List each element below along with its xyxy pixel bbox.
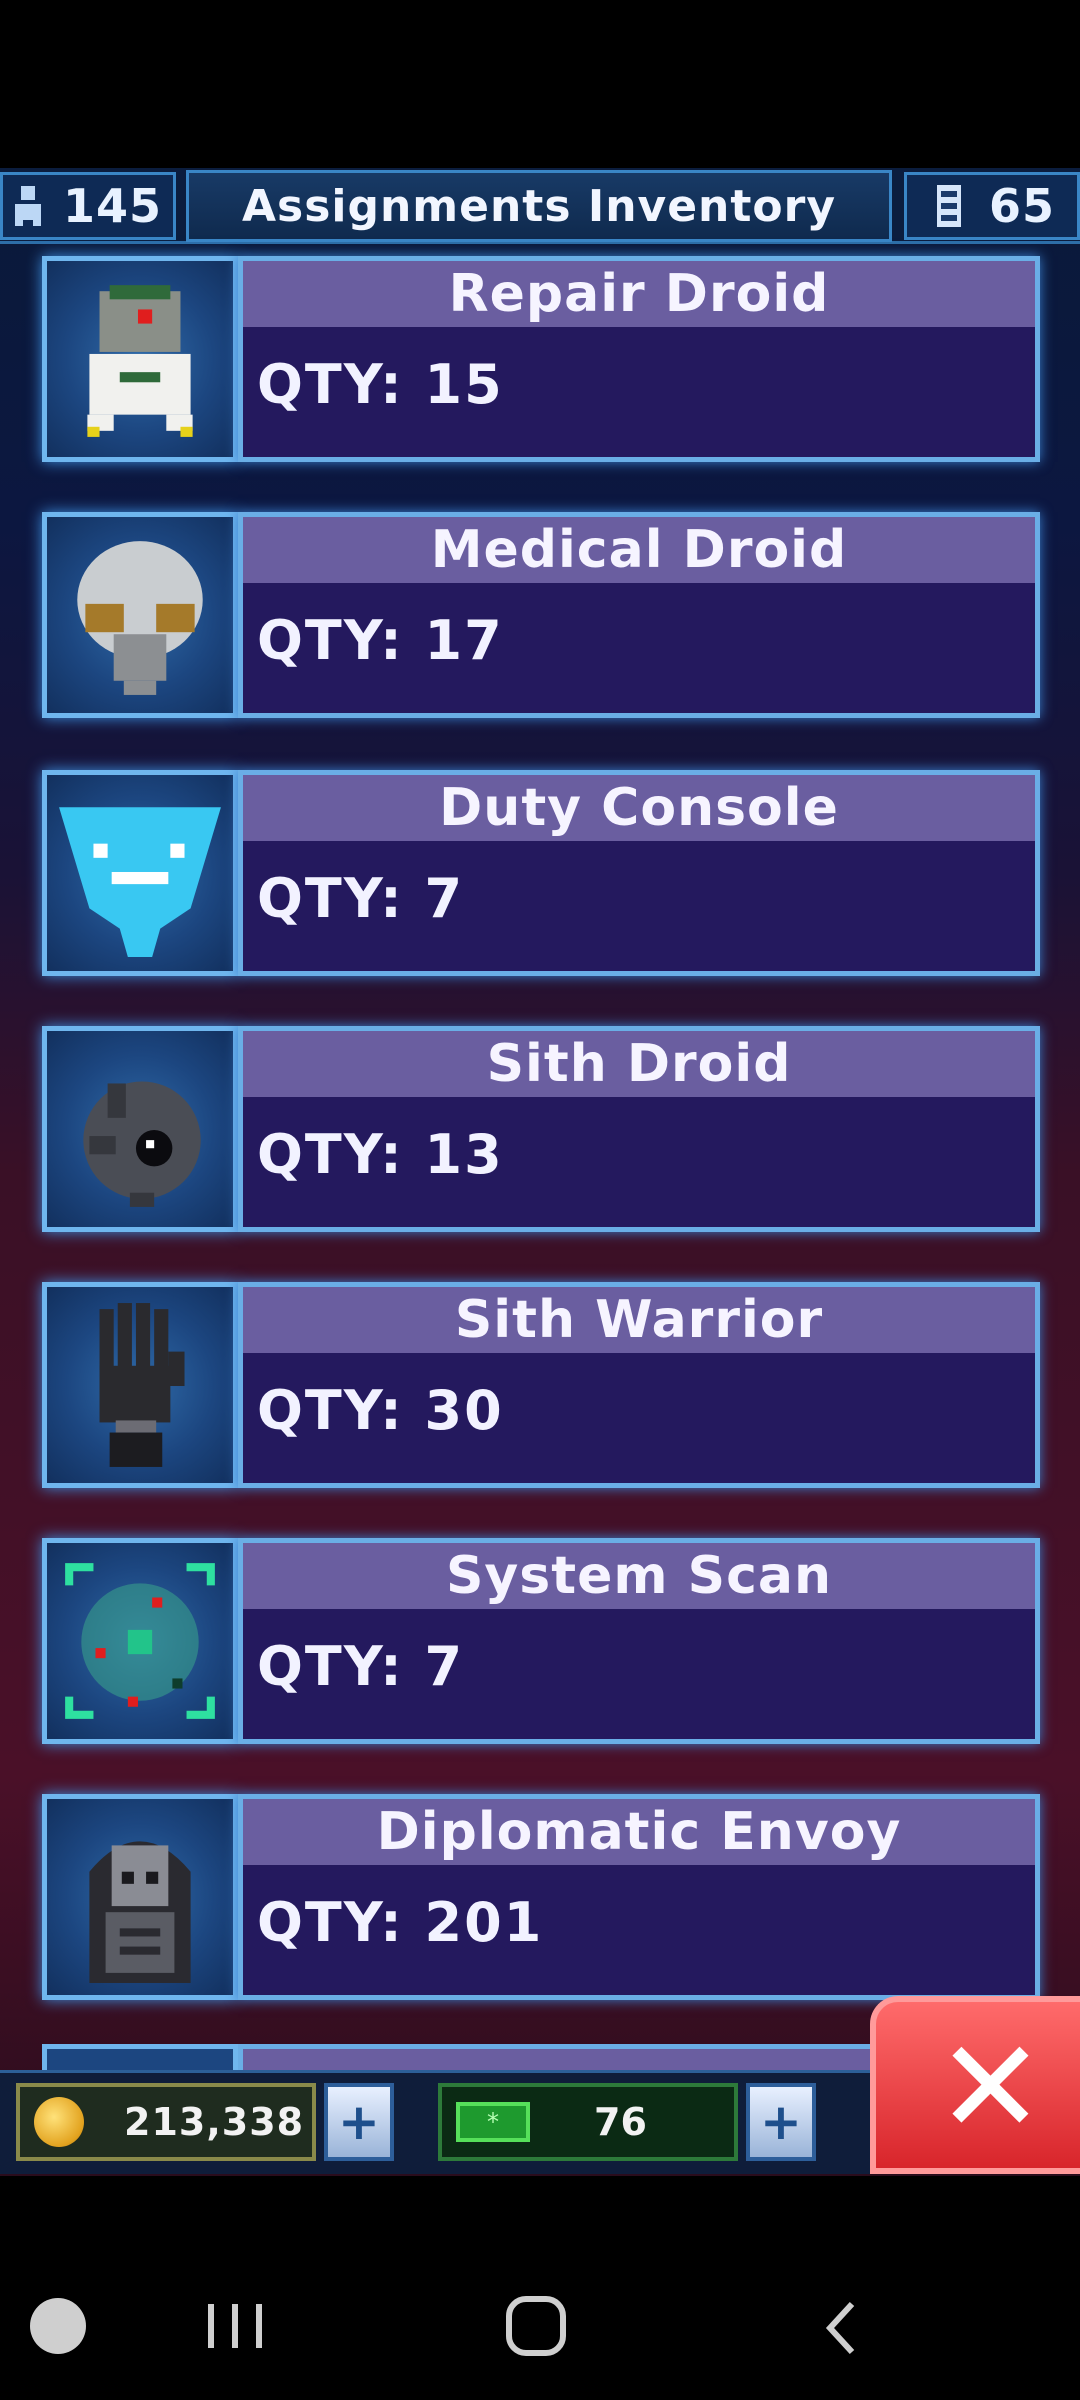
item-qty: QTY: 201 xyxy=(257,1891,544,1954)
item-qty: QTY: 15 xyxy=(257,353,504,416)
title-panel: Assignments Inventory xyxy=(186,170,892,242)
credits-display: 213,338 xyxy=(16,2083,316,2161)
storage-icon xyxy=(937,185,961,227)
item-thumbnail xyxy=(42,256,238,462)
game-launcher-icon[interactable] xyxy=(30,2298,86,2354)
item-qty: QTY: 7 xyxy=(257,1635,465,1698)
list-item[interactable]: Diplomatic Envoy QTY: 201 xyxy=(42,1794,1040,2000)
item-panel: System Scan QTY: 7 xyxy=(238,1538,1040,1744)
list-item[interactable]: Repair Droid QTY: 15 xyxy=(42,256,1040,462)
item-thumbnail xyxy=(42,1794,238,2000)
item-name: Sith Warrior xyxy=(454,1290,824,1350)
item-name: Diplomatic Envoy xyxy=(376,1802,902,1862)
item-panel: Duty Console QTY: 7 xyxy=(238,770,1040,976)
item-panel: Repair Droid QTY: 15 xyxy=(238,256,1040,462)
item-name-strip: Sith Droid xyxy=(243,1031,1035,1097)
add-energy-button[interactable]: + xyxy=(746,2083,816,2161)
item-qty: QTY: 13 xyxy=(257,1123,504,1186)
item-name-strip: Repair Droid xyxy=(243,261,1035,327)
item-name-strip: Sith Warrior xyxy=(243,1287,1035,1353)
item-name-strip: Duty Console xyxy=(243,775,1035,841)
item-name: Repair Droid xyxy=(448,264,830,324)
list-item[interactable]: Medical Droid QTY: 17 xyxy=(42,512,1040,718)
person-icon xyxy=(15,186,41,226)
diplomatic-envoy-icon xyxy=(89,1841,191,1983)
page-title: Assignments Inventory xyxy=(241,180,837,232)
item-name: Sith Droid xyxy=(486,1034,792,1094)
repair-droid-icon xyxy=(87,285,193,437)
list-item[interactable]: Duty Console QTY: 7 xyxy=(42,770,1040,976)
item-panel: Sith Droid QTY: 13 xyxy=(238,1026,1040,1232)
home-button[interactable] xyxy=(506,2296,566,2356)
duty-console-icon xyxy=(59,807,221,957)
item-panel: Sith Warrior QTY: 30 xyxy=(238,1282,1040,1488)
item-name-strip: System Scan xyxy=(243,1543,1035,1609)
crew-count: 145 xyxy=(63,179,163,233)
list-item[interactable]: System Scan QTY: 7 xyxy=(42,1538,1040,1744)
medical-droid-icon xyxy=(77,541,203,695)
energy-icon: * xyxy=(456,2102,530,2142)
sith-droid-icon xyxy=(83,1081,201,1207)
item-thumbnail xyxy=(42,1538,238,1744)
resource-counter[interactable]: 65 xyxy=(904,172,1080,240)
item-thumbnail xyxy=(42,1282,238,1488)
recent-apps-button[interactable] xyxy=(208,2304,262,2348)
sith-warrior-icon xyxy=(99,1303,185,1467)
item-qty: QTY: 30 xyxy=(257,1379,504,1442)
crew-counter[interactable]: 145 xyxy=(0,172,176,240)
item-qty: QTY: 17 xyxy=(257,609,504,672)
system-scan-icon xyxy=(65,1563,215,1719)
item-panel: Diplomatic Envoy QTY: 201 xyxy=(238,1794,1040,2000)
item-thumbnail xyxy=(42,1026,238,1232)
close-icon: ✕ xyxy=(936,2011,1045,2163)
item-qty: QTY: 7 xyxy=(257,867,465,930)
item-name-strip: Medical Droid xyxy=(243,517,1035,583)
list-item[interactable]: Sith Droid QTY: 13 xyxy=(42,1026,1040,1232)
add-credits-button[interactable]: + xyxy=(324,2083,394,2161)
item-panel: Medical Droid QTY: 17 xyxy=(238,512,1040,718)
item-thumbnail xyxy=(42,512,238,718)
item-name: System Scan xyxy=(445,1546,833,1606)
top-bar: 145 Assignments Inventory 65 xyxy=(0,168,1080,244)
item-name-strip: Diplomatic Envoy xyxy=(243,1799,1035,1865)
resource-count: 65 xyxy=(989,179,1056,233)
item-name: Medical Droid xyxy=(430,520,848,580)
status-bar xyxy=(0,0,1080,168)
system-nav-bar xyxy=(0,2176,1080,2400)
coin-icon xyxy=(34,2097,84,2147)
item-name: Duty Console xyxy=(439,778,839,838)
close-button[interactable]: ✕ xyxy=(870,1996,1080,2174)
list-item[interactable]: Sith Warrior QTY: 30 xyxy=(42,1282,1040,1488)
energy-display: * 76 xyxy=(438,2083,738,2161)
item-thumbnail xyxy=(42,770,238,976)
back-button[interactable] xyxy=(822,2298,862,2358)
energy-value: 76 xyxy=(594,2100,647,2144)
credits-value: 213,338 xyxy=(124,2100,305,2144)
